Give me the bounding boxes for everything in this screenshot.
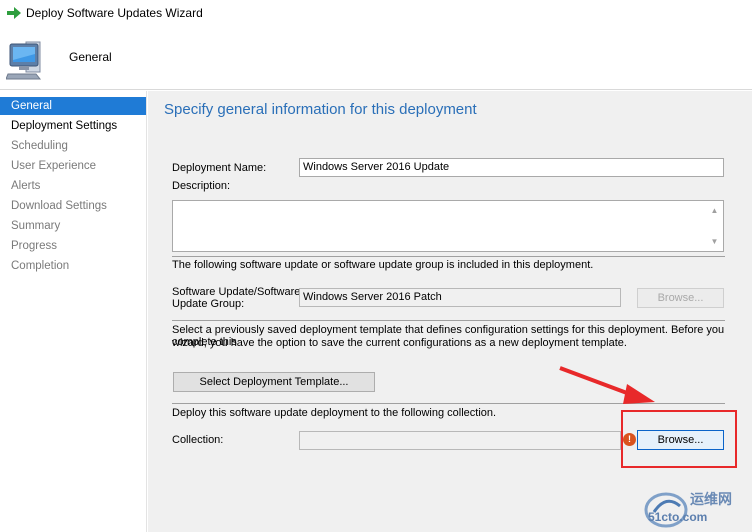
- collection-field: [299, 431, 621, 450]
- divider: [172, 320, 725, 321]
- page-header-title: General: [69, 50, 112, 64]
- watermark-text-cn: 运维网: [690, 491, 732, 507]
- update-group-browse-button[interactable]: Browse...: [637, 288, 724, 308]
- description-textarea[interactable]: ▲ ▼: [172, 200, 724, 252]
- divider: [172, 256, 725, 257]
- title-bar: Deploy Software Updates Wizard: [0, 0, 752, 26]
- deployment-name-input[interactable]: Windows Server 2016 Update: [299, 158, 724, 177]
- sidebar-item-deployment-settings[interactable]: Deployment Settings: [0, 117, 146, 135]
- sidebar-item-user-experience[interactable]: User Experience: [0, 157, 146, 175]
- collection-label: Collection:: [172, 434, 224, 446]
- scroll-up-icon[interactable]: ▲: [710, 206, 719, 215]
- watermark-text-site: 51cto.com: [648, 510, 708, 524]
- red-highlight-box: [621, 410, 737, 468]
- sidebar-item-alerts[interactable]: Alerts: [0, 177, 146, 195]
- update-group-label-line2: Update Group:: [172, 298, 245, 310]
- sidebar-item-scheduling[interactable]: Scheduling: [0, 137, 146, 155]
- description-scrollbar[interactable]: ▲ ▼: [707, 202, 722, 250]
- window-title: Deploy Software Updates Wizard: [26, 6, 203, 20]
- wizard-header: General: [0, 26, 752, 90]
- scroll-down-icon[interactable]: ▼: [710, 237, 719, 246]
- sidebar-item-download-settings[interactable]: Download Settings: [0, 197, 146, 215]
- included-update-text: The following software update or softwar…: [172, 259, 594, 271]
- sidebar-item-completion[interactable]: Completion: [0, 257, 146, 275]
- select-deployment-template-button[interactable]: Select Deployment Template...: [173, 372, 375, 392]
- template-description-line2: wizard, you have the option to save the …: [172, 337, 627, 349]
- description-label: Description:: [172, 180, 231, 192]
- computer-icon: [6, 41, 42, 80]
- wizard-steps-sidebar: General Deployment Settings Scheduling U…: [0, 91, 147, 532]
- red-arrow-annotation: [559, 366, 655, 404]
- sidebar-item-progress[interactable]: Progress: [0, 237, 146, 255]
- sidebar-item-general[interactable]: General: [0, 97, 146, 115]
- deployment-name-label: Deployment Name:: [172, 162, 267, 174]
- sidebar-item-summary[interactable]: Summary: [0, 217, 146, 235]
- update-group-label-line1: Software Update/Software: [172, 286, 301, 298]
- update-group-field: Windows Server 2016 Patch: [299, 288, 621, 307]
- page-heading: Specify general information for this dep…: [164, 101, 477, 118]
- collection-description: Deploy this software update deployment t…: [172, 407, 497, 419]
- green-arrow-icon: [7, 7, 21, 19]
